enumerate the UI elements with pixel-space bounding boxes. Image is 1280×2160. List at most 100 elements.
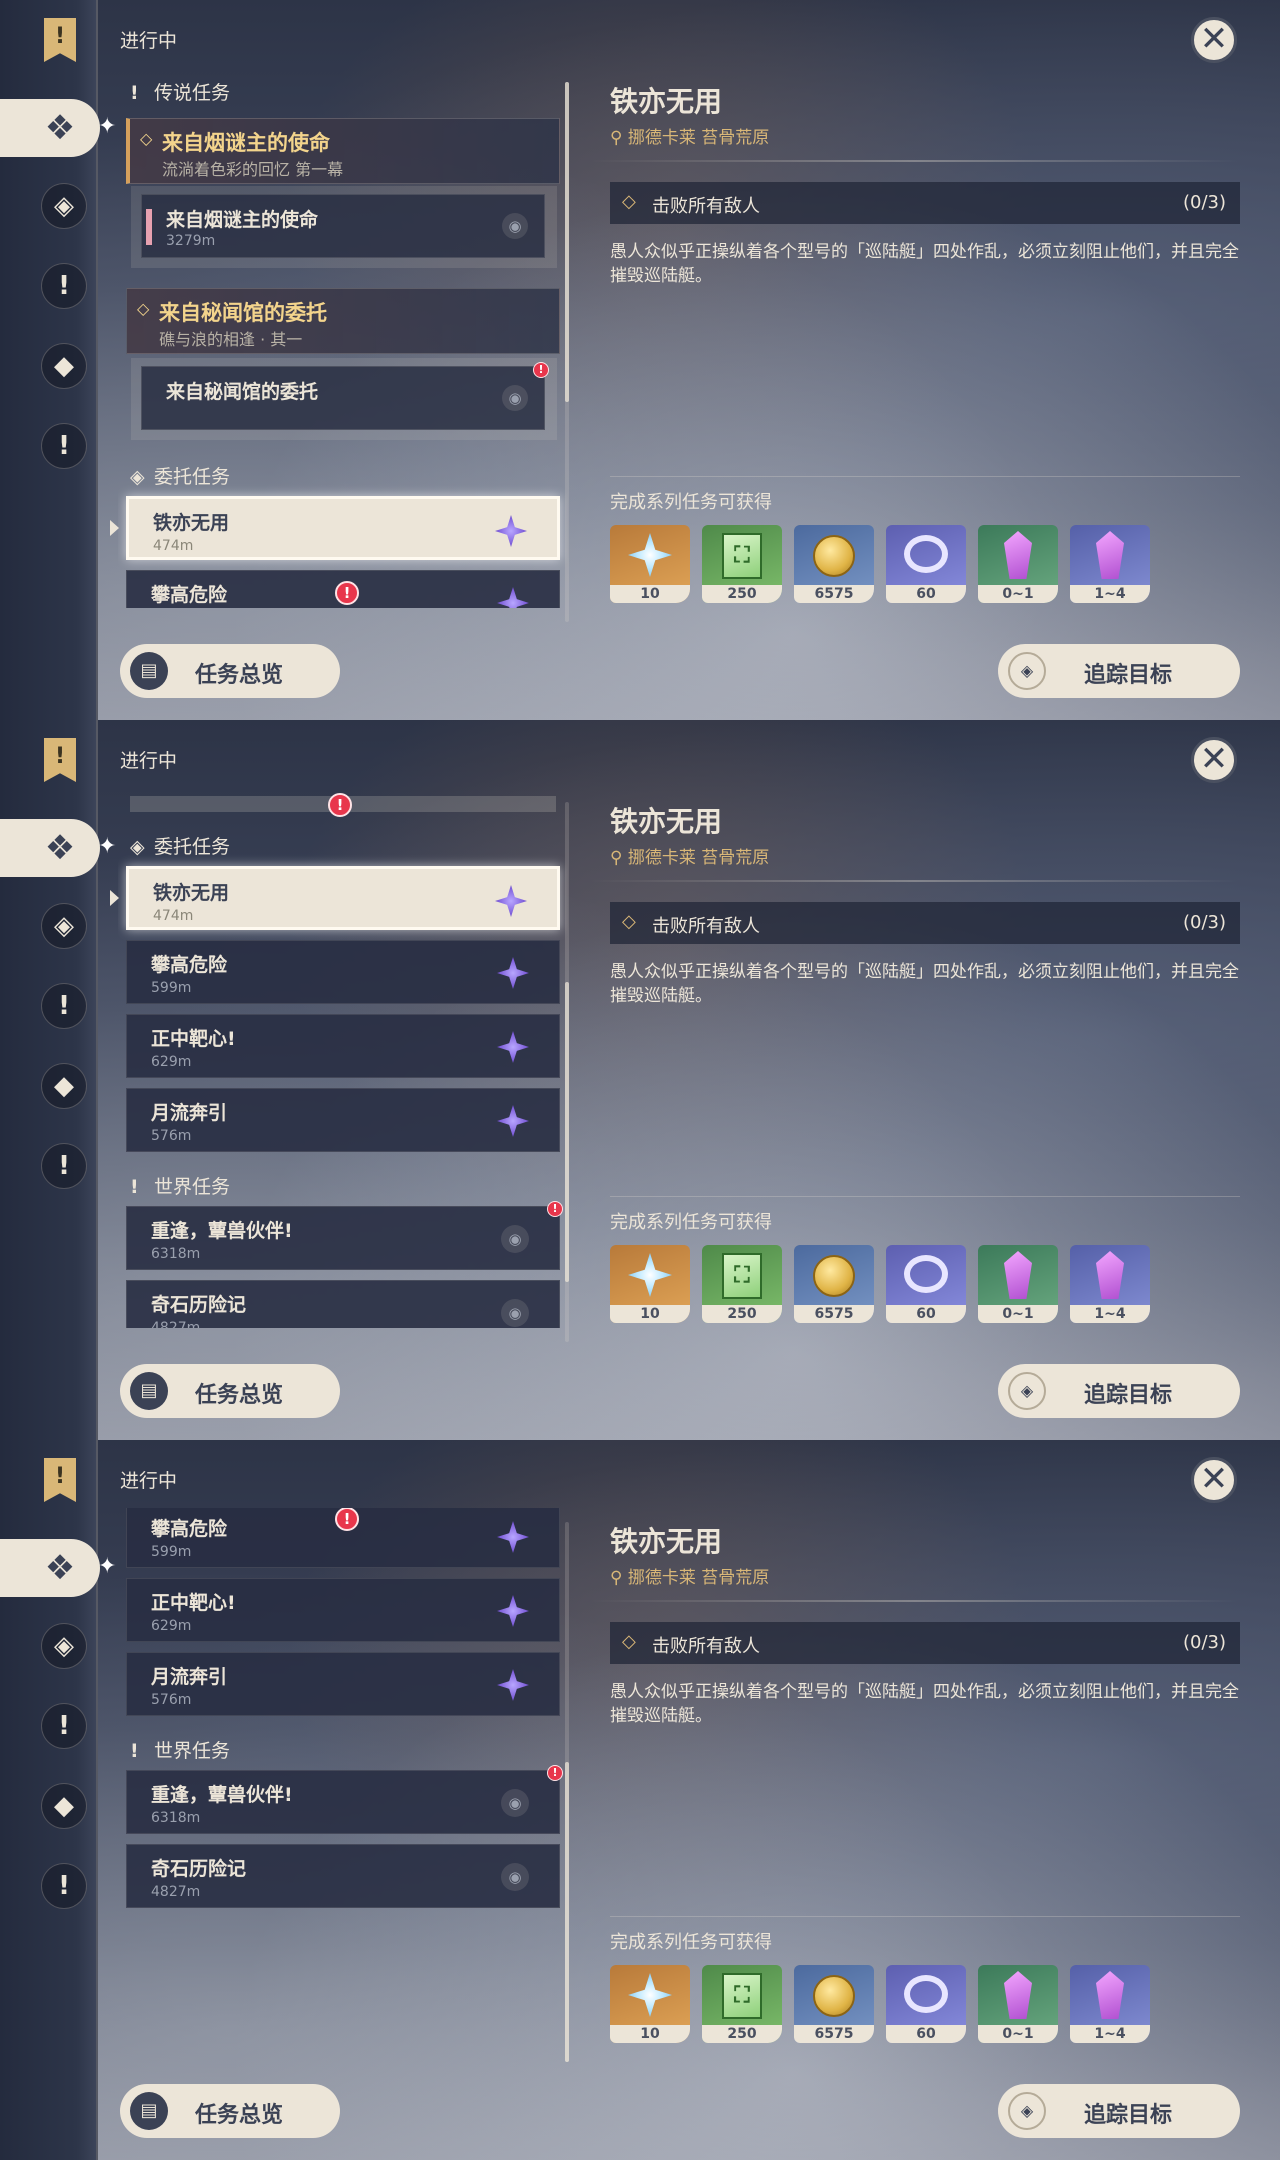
quest-item-world-2[interactable]: 奇石历险记 4827m ◉ <box>126 1280 560 1328</box>
commission-star-icon <box>497 1595 529 1627</box>
quest-title: 攀高危险 <box>151 584 228 606</box>
reward-companionship[interactable]: 60 <box>886 525 966 603</box>
reward-crystal-cluster[interactable]: 1~4 <box>1070 525 1150 603</box>
quest-distance: 474m <box>153 538 194 554</box>
quest-item-commission-1[interactable]: 铁亦无用 474m <box>126 866 560 930</box>
reward-adventure-exp[interactable]: ⛶ 250 <box>702 1245 782 1323</box>
reward-crystal-chunk[interactable]: 0~1 <box>978 1965 1058 2043</box>
world-quest-icon: ! <box>58 1871 70 1901</box>
reward-companionship[interactable]: 60 <box>886 1245 966 1323</box>
section-header-world: ! 世界任务 <box>130 1172 230 1198</box>
quest-title: 月流奔引 <box>151 1666 228 1688</box>
close-button[interactable]: ✕ <box>1191 737 1237 783</box>
track-target-button[interactable]: ◈ 追踪目标 <box>998 644 1240 698</box>
reward-crystal-cluster[interactable]: 1~4 <box>1070 1965 1150 2043</box>
rail-tab-commission[interactable]: ◆ <box>41 343 87 389</box>
commission-star-icon <box>497 957 529 989</box>
rail-tab-world[interactable]: ! <box>41 423 87 469</box>
group-archon-quest[interactable]: ◇ 来自烟谜主的使命 流淌着色彩的回忆 第一幕 <box>126 118 560 184</box>
quest-item-archon[interactable]: 来自烟谜主的使命 3279m ◉ <box>141 194 545 258</box>
location-pin-icon: ◉ <box>501 1299 529 1327</box>
close-button[interactable]: ✕ <box>1191 17 1237 63</box>
section-header-world: ! 世界任务 <box>130 1736 230 1762</box>
reward-primogem[interactable]: 10 <box>610 525 690 603</box>
rail-tab-all-selected[interactable]: ❖ <box>0 1539 100 1597</box>
track-target-button[interactable]: ◈ 追踪目标 <box>998 2084 1240 2138</box>
reward-adventure-exp[interactable]: ⛶ 250 <box>702 1965 782 2043</box>
group-hangout-quest[interactable]: ◇ 来自秘闻馆的委托 礁与浪的相逢 · 其一 <box>126 288 560 354</box>
quest-item-commission-2[interactable]: 攀高危险 599m ! <box>126 1508 560 1568</box>
reward-mora[interactable]: 6575 <box>794 1245 874 1323</box>
crystal-cluster-icon <box>1096 1971 1124 2019</box>
quest-flag-icon: ! <box>44 738 76 782</box>
reward-crystal-cluster[interactable]: 1~4 <box>1070 1245 1150 1323</box>
quest-distance: 599m <box>151 1544 192 1560</box>
quest-overview-button[interactable]: ▤ 任务总览 <box>120 2084 340 2138</box>
quest-item-world-1[interactable]: 重逢，蕈兽伙伴! 6318m ◉ ! <box>126 1765 563 1834</box>
reward-mora[interactable]: 6575 <box>794 525 874 603</box>
commission-quest-icon: ◆ <box>54 351 74 381</box>
quest-item-commission-2[interactable]: 攀高危险 599m ! <box>126 570 560 608</box>
quest-overview-button[interactable]: ▤ 任务总览 <box>120 1364 340 1418</box>
reward-amount: 10 <box>610 585 690 603</box>
rail-tab-commission[interactable]: ◆ <box>41 1063 87 1109</box>
rail-tab-archon[interactable]: ◈ <box>41 903 87 949</box>
reward-primogem[interactable]: 10 <box>610 1245 690 1323</box>
quest-overview-button[interactable]: ▤ 任务总览 <box>120 644 340 698</box>
rail-tab-commission[interactable]: ◆ <box>41 1783 87 1829</box>
rail-tab-story[interactable]: ! <box>41 1703 87 1749</box>
quest-item-commission-3[interactable]: 正中靶心! 629m <box>126 1014 560 1078</box>
quest-item-world-2[interactable]: 奇石历险记 4827m ◉ <box>126 1844 560 1908</box>
reward-amount: 6575 <box>794 2025 874 2043</box>
track-target-button[interactable]: ◈ 追踪目标 <box>998 1364 1240 1418</box>
reward-mora[interactable]: 6575 <box>794 1965 874 2043</box>
selection-arrow-icon <box>110 890 119 906</box>
reward-crystal-chunk[interactable]: 0~1 <box>978 1245 1058 1323</box>
location-pin-icon: ◉ <box>501 1863 529 1891</box>
story-quest-icon: ! <box>58 1711 70 1741</box>
quest-item-commission-1[interactable]: 铁亦无用 474m <box>126 496 560 560</box>
rail-tab-archon[interactable]: ◈ <box>41 183 87 229</box>
quest-item-hangout[interactable]: 来自秘闻馆的委托 ◉ <box>141 366 545 430</box>
quest-list: ! ◈ 委托任务 铁亦无用 474m 攀高危险 599m 正中靶心! 629m 月… <box>118 788 568 1328</box>
rail-tab-story[interactable]: ! <box>41 983 87 1029</box>
reward-primogem[interactable]: 10 <box>610 1965 690 2043</box>
reward-companionship[interactable]: 60 <box>886 1965 966 2043</box>
reward-adventure-exp[interactable]: ⛶ 250 <box>702 525 782 603</box>
rail-tab-archon[interactable]: ◈ <box>41 1623 87 1669</box>
location-text: 挪德卡莱 苔骨荒原 <box>627 848 770 868</box>
rail-tab-world[interactable]: ! <box>41 1143 87 1189</box>
overview-book-icon: ▤ <box>130 652 168 690</box>
quest-item-commission-4[interactable]: 月流奔引 576m <box>126 1652 560 1716</box>
close-button[interactable]: ✕ <box>1191 1457 1237 1503</box>
quest-distance: 6318m <box>151 1810 201 1826</box>
quest-item-commission-2[interactable]: 攀高危险 599m <box>126 940 560 1004</box>
quest-item-commission-4[interactable]: 月流奔引 576m <box>126 1088 560 1152</box>
group-item-wrap: 来自秘闻馆的委托 ◉ ! <box>131 358 557 440</box>
track-label: 追踪目标 <box>1084 1383 1173 1408</box>
objective-text: 击败所有敌人 <box>652 196 760 217</box>
track-label: 追踪目标 <box>1084 2103 1173 2128</box>
track-diamond-icon: ◈ <box>1008 1372 1046 1410</box>
rail-tab-world[interactable]: ! <box>41 1863 87 1909</box>
selection-arrow-icon <box>110 520 119 536</box>
reward-crystal-chunk[interactable]: 0~1 <box>978 525 1058 603</box>
rewards-row: 10 ⛶ 250 6575 60 0~1 1~4 <box>610 525 1250 605</box>
reward-amount: 60 <box>886 1305 966 1323</box>
close-icon: ✕ <box>1199 19 1229 59</box>
quest-title: 月流奔引 <box>151 1102 228 1124</box>
rail-tab-story[interactable]: ! <box>41 263 87 309</box>
objective-diamond-icon: ◇ <box>622 191 636 212</box>
rail-tab-all-selected[interactable]: ❖ <box>0 819 100 877</box>
primogem-icon <box>628 533 672 577</box>
archon-quest-icon: ◈ <box>54 911 74 941</box>
objective-count: (0/3) <box>1182 192 1226 213</box>
rail-tab-all-selected[interactable]: ❖ <box>0 99 100 157</box>
overview-book-icon: ▤ <box>130 1372 168 1410</box>
close-icon: ✕ <box>1199 739 1229 779</box>
selection-sparkle-icon: ✦ <box>98 1554 117 1579</box>
companionship-exp-icon <box>904 1255 948 1293</box>
quest-item-world-1[interactable]: 重逢，蕈兽伙伴! 6318m ◉ ! <box>126 1201 563 1270</box>
overview-label: 任务总览 <box>195 2103 284 2128</box>
quest-item-commission-3[interactable]: 正中靶心! 629m <box>126 1578 560 1642</box>
